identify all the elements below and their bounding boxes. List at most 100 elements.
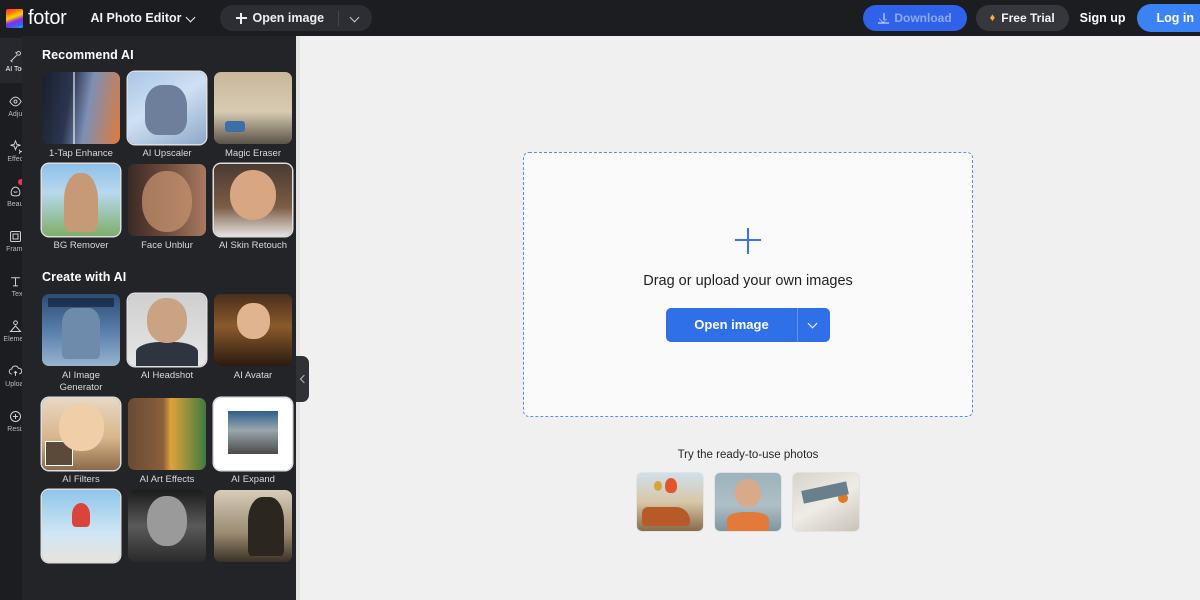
tool-rail: AI Tools Adjust Effects Beauty Frames Text Ele… — [0, 36, 22, 600]
tool-card-art — [42, 294, 120, 366]
open-image-button[interactable]: Open image — [666, 308, 796, 342]
rail-item-label: Elements — [3, 335, 22, 343]
tool-card-tool-6[interactable] — [42, 490, 120, 566]
rail-item-label: Uploads — [5, 380, 22, 388]
free-trial-label: Free Trial — [1001, 11, 1055, 25]
tool-card-1-tap-enhance[interactable]: 1-Tap Enhance — [42, 72, 120, 160]
open-image-button-group: Open image — [666, 307, 830, 342]
app-body: AI Tools Adjust Effects Beauty Frames Text Ele… — [0, 36, 1200, 600]
tool-card-tool-7[interactable] — [128, 490, 206, 566]
rail-item-label: Effects — [7, 155, 22, 163]
chevron-down-icon — [187, 14, 196, 23]
rail-item-adjust[interactable]: Adjust — [0, 83, 22, 128]
fotor-app-window: fotor AI Photo Editor Open image Downloa… — [0, 0, 1200, 600]
rail-item-label: AI Tools — [5, 65, 22, 73]
rail-item-effects[interactable]: Effects — [0, 128, 22, 173]
rail-item-ai-tools[interactable]: AI Tools — [0, 38, 22, 83]
text-icon — [8, 274, 23, 289]
open-image-dropdown-button[interactable] — [798, 308, 830, 342]
tool-card-thumbnail — [42, 72, 120, 144]
rail-item-label: Adjust — [8, 110, 22, 118]
canvas-scrollbar[interactable] — [296, 36, 300, 600]
thumbnail-art — [715, 473, 781, 531]
portrait-woman-photo[interactable] — [715, 473, 781, 531]
tool-card-label: AI Filters — [62, 474, 100, 485]
tool-card-label: AI Image Generator — [59, 370, 103, 393]
tool-card-ai-headshot[interactable]: AI Headshot — [128, 294, 206, 394]
tool-card-art — [128, 490, 206, 562]
tool-card-art — [42, 72, 120, 144]
chevron-down-icon — [351, 14, 360, 23]
ready-photos-title: Try the ready-to-use photos — [677, 449, 819, 461]
rail-item-text[interactable]: Text — [0, 263, 22, 308]
tool-card-label: Magic Eraser — [225, 148, 281, 159]
ai-tools-panel-content: Recommend AI 1-Tap Enhance AI Upscaler Magi… — [22, 36, 296, 600]
tool-card-thumbnail — [214, 294, 292, 366]
rail-item-resize[interactable]: Resize — [0, 398, 22, 443]
tool-card-ai-expand[interactable]: AI Expand — [214, 398, 292, 486]
app-header: fotor AI Photo Editor Open image Downloa… — [0, 0, 1200, 36]
tool-card-label: 1-Tap Enhance — [49, 148, 113, 159]
tool-card-label: Face Unblur — [141, 240, 193, 251]
tool-card-ai-filters[interactable]: AI Filters — [42, 398, 120, 486]
tool-card-label: AI Avatar — [233, 370, 273, 381]
panel-collapse-handle[interactable] — [296, 356, 309, 402]
tool-card-grid: 1-Tap Enhance AI Upscaler Magic Eraser BG R… — [42, 72, 296, 252]
flatlay-desk-photo[interactable] — [793, 473, 859, 531]
hot-air-balloons-car-photo[interactable] — [637, 473, 703, 531]
rail-item-beauty[interactable]: Beauty — [0, 173, 22, 218]
beauty-icon — [8, 184, 23, 199]
mode-selector[interactable]: AI Photo Editor — [85, 7, 202, 29]
rail-item-label: Frames — [6, 245, 22, 253]
tool-card-art — [214, 72, 292, 144]
chevron-down-icon — [809, 320, 818, 329]
tool-card-ai-upscaler[interactable]: AI Upscaler — [128, 72, 206, 160]
tool-card-thumbnail — [128, 398, 206, 470]
tool-card-thumbnail — [214, 164, 292, 236]
tool-card-thumbnail — [214, 398, 292, 470]
rail-item-frames[interactable]: Frames — [0, 218, 22, 263]
header-open-image-button[interactable]: Open image — [220, 5, 339, 31]
rail-item-uploads[interactable]: Uploads — [0, 353, 22, 398]
tool-card-thumbnail — [128, 490, 206, 562]
mode-selector-label: AI Photo Editor — [90, 11, 182, 25]
log-in-button[interactable]: Log in — [1136, 4, 1200, 32]
ai-tools-panel: Recommend AI 1-Tap Enhance AI Upscaler Magi… — [22, 36, 296, 600]
header-open-image-dropdown[interactable] — [339, 14, 372, 23]
tool-card-thumbnail — [214, 72, 292, 144]
ready-photos-row — [637, 473, 859, 531]
tool-card-ai-art-effects[interactable]: AI Art Effects — [128, 398, 206, 486]
tool-card-art — [214, 398, 292, 470]
rail-item-elements[interactable]: Elements — [0, 308, 22, 353]
tool-card-thumbnail — [128, 164, 206, 236]
tool-card-ai-image-generator[interactable]: AI Image Generator — [42, 294, 120, 394]
tool-card-art — [42, 398, 120, 470]
tool-card-label: BG Remover — [53, 240, 109, 251]
notification-dot — [18, 179, 22, 185]
frames-icon — [8, 229, 23, 244]
tool-card-thumbnail — [42, 164, 120, 236]
free-trial-button[interactable]: ♦ Free Trial — [975, 5, 1069, 31]
tool-card-thumbnail — [42, 398, 120, 470]
tool-card-magic-eraser[interactable]: Magic Eraser — [214, 72, 292, 160]
rail-item-label: Resize — [7, 425, 22, 433]
editor-canvas: Drag or upload your own images Open imag… — [296, 36, 1200, 600]
tool-card-bg-remover[interactable]: BG Remover — [42, 164, 120, 252]
tool-card-art — [128, 294, 206, 366]
tool-card-art — [42, 164, 120, 236]
uploads-icon — [8, 364, 23, 379]
tool-card-face-unblur[interactable]: Face Unblur — [128, 164, 206, 252]
tool-card-label: AI Art Effects — [139, 474, 195, 485]
brand-logo[interactable]: fotor — [4, 7, 67, 30]
download-button[interactable]: Download — [863, 5, 967, 31]
sign-up-button[interactable]: Sign up — [1078, 11, 1128, 25]
tool-card-art — [42, 490, 120, 562]
brand-name: fotor — [28, 6, 67, 29]
tool-card-ai-skin-retouch[interactable]: AI Skin Retouch — [214, 164, 292, 252]
thumbnail-art — [637, 473, 703, 531]
tool-card-tool-8[interactable] — [214, 490, 292, 566]
upload-dropzone[interactable]: Drag or upload your own images Open imag… — [523, 152, 973, 417]
tool-card-ai-avatar[interactable]: AI Avatar — [214, 294, 292, 394]
tool-card-art — [128, 72, 206, 144]
header-open-image-group: Open image — [219, 5, 373, 31]
